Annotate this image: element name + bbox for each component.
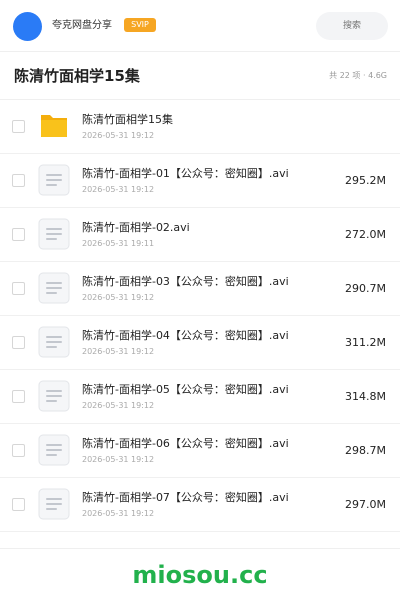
row-checkbox[interactable]	[12, 120, 25, 133]
file-name[interactable]: 陈清竹-面相学-01【公众号：密知圈】.avi	[82, 166, 289, 182]
file-date: 2026-05-31 19:12	[82, 347, 155, 356]
file-date: 2026-05-31 19:12	[82, 185, 155, 194]
file-name[interactable]: 陈清竹-面相学-07【公众号：密知圈】.avi	[82, 490, 289, 506]
file-name[interactable]: 陈清竹面相学15集	[82, 112, 173, 128]
file-name[interactable]: 陈清竹-面相学-02.avi	[82, 220, 190, 236]
avatar[interactable]	[13, 12, 42, 41]
file-size: 295.2M	[345, 174, 386, 187]
file-row[interactable]: 陈清竹-面相学-07【公众号：密知圈】.avi 2026-05-31 19:12 2…	[0, 478, 400, 532]
document-icon	[38, 164, 70, 196]
watermark-text: miosou.cc	[132, 561, 268, 589]
file-list: 陈清竹面相学15集 2026-05-31 19:12 陈清竹-面相学-01【公众号：…	[0, 100, 400, 532]
document-icon	[38, 488, 70, 520]
row-checkbox[interactable]	[12, 390, 25, 403]
file-name[interactable]: 陈清竹-面相学-03【公众号：密知圈】.avi	[82, 274, 289, 290]
file-date: 2026-05-31 19:12	[82, 131, 155, 140]
file-size: 272.0M	[345, 228, 386, 241]
row-checkbox[interactable]	[12, 228, 25, 241]
share-header: 夸克网盘分享 SVIP	[0, 0, 400, 52]
document-icon	[38, 218, 70, 250]
row-checkbox[interactable]	[12, 336, 25, 349]
document-icon	[38, 272, 70, 304]
file-name[interactable]: 陈清竹-面相学-06【公众号：密知圈】.avi	[82, 436, 289, 452]
search-input[interactable]	[316, 12, 388, 40]
document-icon	[38, 326, 70, 358]
file-name[interactable]: 陈清竹-面相学-05【公众号：密知圈】.avi	[82, 382, 289, 398]
folder-icon	[38, 110, 70, 142]
document-icon	[38, 434, 70, 466]
file-row[interactable]: 陈清竹-面相学-05【公众号：密知圈】.avi 2026-05-31 19:12 3…	[0, 370, 400, 424]
row-checkbox[interactable]	[12, 282, 25, 295]
item-summary: 共 22 项 · 4.6G	[329, 71, 387, 80]
file-size: 298.7M	[345, 444, 386, 457]
page-title: 陈清竹面相学15集	[14, 67, 140, 85]
file-size: 297.0M	[345, 498, 386, 511]
file-date: 2026-05-31 19:11	[82, 239, 155, 248]
share-name: 夸克网盘分享	[52, 20, 112, 31]
svip-badge: SVIP	[124, 18, 156, 32]
row-checkbox[interactable]	[12, 498, 25, 511]
row-checkbox[interactable]	[12, 174, 25, 187]
footer: miosou.cc	[0, 548, 400, 600]
file-row[interactable]: 陈清竹-面相学-01【公众号：密知圈】.avi 2026-05-31 19:12 2…	[0, 154, 400, 208]
row-checkbox[interactable]	[12, 444, 25, 457]
file-date: 2026-05-31 19:12	[82, 509, 155, 518]
file-date: 2026-05-31 19:12	[82, 401, 155, 410]
folder-row[interactable]: 陈清竹面相学15集 2026-05-31 19:12	[0, 100, 400, 154]
file-row[interactable]: 陈清竹-面相学-04【公众号：密知圈】.avi 2026-05-31 19:12 3…	[0, 316, 400, 370]
file-row[interactable]: 陈清竹-面相学-03【公众号：密知圈】.avi 2026-05-31 19:12 2…	[0, 262, 400, 316]
file-date: 2026-05-31 19:12	[82, 455, 155, 464]
document-icon	[38, 380, 70, 412]
file-size: 311.2M	[345, 336, 386, 349]
title-bar: 陈清竹面相学15集 共 22 项 · 4.6G	[0, 52, 400, 100]
file-size: 290.7M	[345, 282, 386, 295]
file-name[interactable]: 陈清竹-面相学-04【公众号：密知圈】.avi	[82, 328, 289, 344]
file-row[interactable]: 陈清竹-面相学-02.avi 2026-05-31 19:11 272.0M	[0, 208, 400, 262]
file-date: 2026-05-31 19:12	[82, 293, 155, 302]
file-row[interactable]: 陈清竹-面相学-06【公众号：密知圈】.avi 2026-05-31 19:12 2…	[0, 424, 400, 478]
file-size: 314.8M	[345, 390, 386, 403]
